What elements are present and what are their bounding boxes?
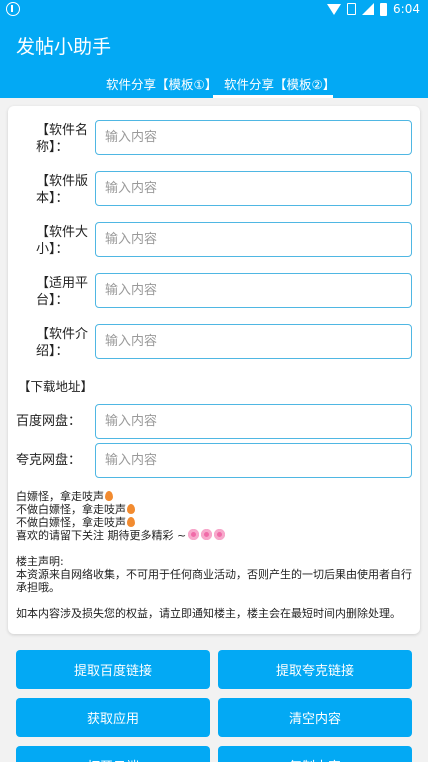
- tab-template-2[interactable]: 软件分享【模板②】: [224, 74, 335, 93]
- software-size-label: 【软件大 小】：: [36, 225, 89, 257]
- fire-icon: [127, 517, 135, 527]
- note-line: 白嫖怪，拿走吱声: [16, 490, 414, 503]
- software-version-label: 【软件版 本】：: [36, 174, 89, 206]
- clock: 6:04: [393, 2, 420, 16]
- flower-icon: [188, 529, 200, 540]
- disclaimer-body: 本资源来自网络收集，不可用于任何商业活动，否则产生的一切后果由使用者自行承担哦。: [16, 568, 412, 594]
- extract-baidu-link-button[interactable]: 提取百度链接: [16, 650, 210, 689]
- fire-icon: [105, 491, 113, 501]
- software-intro-label: 【软件介 绍】：: [36, 327, 89, 359]
- form-card: 【软件名称】： 【软件版本】： 【软件大小】： 【适用平台】： 【软件介绍】： …: [8, 106, 420, 634]
- app-bar: 发帖小助手 软件分享【模板①】 软件分享【模板②】: [0, 20, 428, 98]
- software-intro-input[interactable]: [95, 324, 412, 359]
- sync-status-icon: [6, 2, 20, 16]
- open-cloud-button[interactable]: 打开云端: [16, 746, 210, 762]
- note-line: 喜欢的请留下关注 期待更多精彩 ~: [16, 529, 414, 542]
- no-sim-icon: [347, 3, 357, 15]
- copy-content-button[interactable]: 复制内容: [218, 746, 412, 762]
- platform-label: 【适用平 台】：: [36, 276, 89, 308]
- software-version-input[interactable]: [95, 171, 412, 206]
- clear-content-button[interactable]: 清空内容: [218, 698, 412, 737]
- wifi-icon: [327, 3, 342, 15]
- get-app-button[interactable]: 获取应用: [16, 698, 210, 737]
- flower-icon: [214, 529, 226, 540]
- software-name-label: 【软件名 称】：: [36, 123, 89, 155]
- baidu-pan-input[interactable]: [95, 404, 412, 439]
- signal-icon: [362, 3, 375, 15]
- tab-indicator: [213, 95, 333, 98]
- disclaimer-footer: 如本内容涉及损失您的权益，请立即通知楼主，楼主会在最短时间内删除处理。: [16, 607, 401, 620]
- status-bar: 6:04: [0, 0, 428, 20]
- quark-pan-input[interactable]: [95, 443, 412, 478]
- disclaimer-title: 楼主声明:: [16, 555, 64, 568]
- battery-icon: [380, 2, 388, 16]
- download-section-title: 【下载地址】: [18, 379, 94, 394]
- note-line: 不做白嫖怪，拿走吱声: [16, 516, 414, 529]
- software-size-input[interactable]: [95, 222, 412, 257]
- note-line: 不做白嫖怪，拿走吱声: [16, 503, 414, 516]
- software-name-input[interactable]: [95, 120, 412, 155]
- tab-bar: 软件分享【模板①】 软件分享【模板②】: [0, 70, 428, 98]
- baidu-pan-label: 百度网盘：: [16, 414, 82, 429]
- platform-input[interactable]: [95, 273, 412, 308]
- quark-pan-label: 夸克网盘：: [16, 453, 82, 468]
- fire-icon: [127, 504, 135, 514]
- extract-quark-link-button[interactable]: 提取夸克链接: [218, 650, 412, 689]
- flower-icon: [201, 529, 213, 540]
- tab-template-1[interactable]: 软件分享【模板①】: [106, 74, 217, 93]
- app-title: 发帖小助手: [16, 36, 112, 58]
- template-preview-text: 白嫖怪，拿走吱声 不做白嫖怪，拿走吱声 不做白嫖怪，拿走吱声 喜欢的请留下关注 …: [16, 490, 414, 620]
